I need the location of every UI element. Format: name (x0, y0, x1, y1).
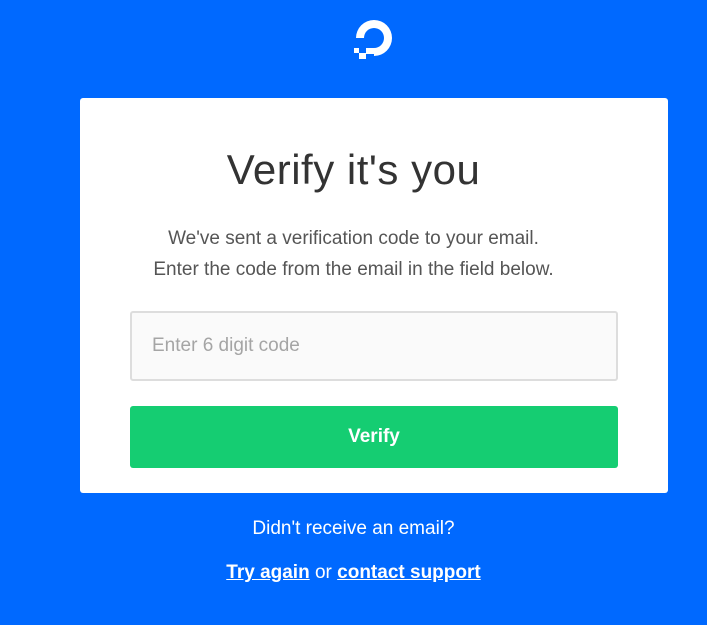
contact-support-link[interactable]: contact support (337, 562, 481, 583)
page-title: Verify it's you (226, 146, 481, 193)
no-email-question: Didn't receive an email? (252, 518, 455, 539)
verify-button[interactable]: Verify (130, 406, 618, 468)
links-separator: or (314, 562, 338, 583)
digitalocean-logo-icon[interactable] (350, 16, 398, 62)
try-again-link[interactable]: Try again (226, 562, 309, 583)
description-line-2: Enter the code from the email in the fie… (153, 259, 554, 280)
description-line-1: We've sent a verification code to your e… (168, 228, 539, 249)
resend-links: Try again or contact support (0, 562, 707, 584)
verification-code-input[interactable] (130, 311, 618, 381)
